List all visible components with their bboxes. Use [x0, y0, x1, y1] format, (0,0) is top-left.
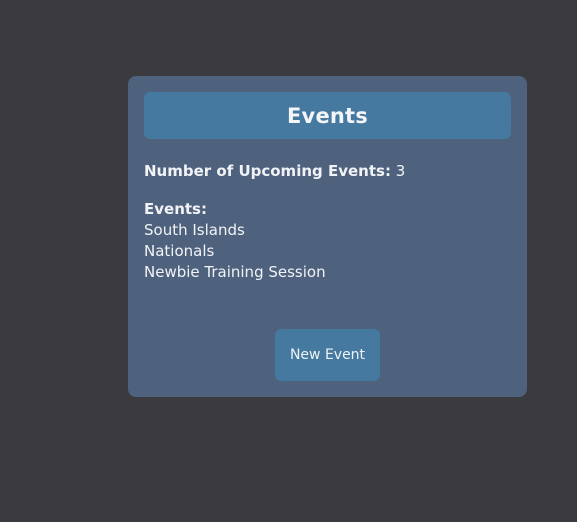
events-list-label: Events:: [144, 200, 207, 218]
event-item: Newbie Training Session: [144, 263, 326, 281]
event-item: South Islands: [144, 221, 245, 239]
event-item: Nationals: [144, 242, 215, 260]
upcoming-count-value: 3: [395, 162, 406, 180]
card-title: Events: [287, 103, 368, 128]
events-card: Events Number of Upcoming Events: 3 Even…: [128, 76, 527, 397]
new-event-button[interactable]: New Event: [275, 329, 380, 381]
upcoming-count-row: Number of Upcoming Events: 3: [144, 162, 405, 180]
card-header: Events: [144, 92, 511, 139]
events-list: Events: South Islands Nationals Newbie T…: [144, 199, 326, 283]
upcoming-count-label: Number of Upcoming Events:: [144, 162, 391, 180]
